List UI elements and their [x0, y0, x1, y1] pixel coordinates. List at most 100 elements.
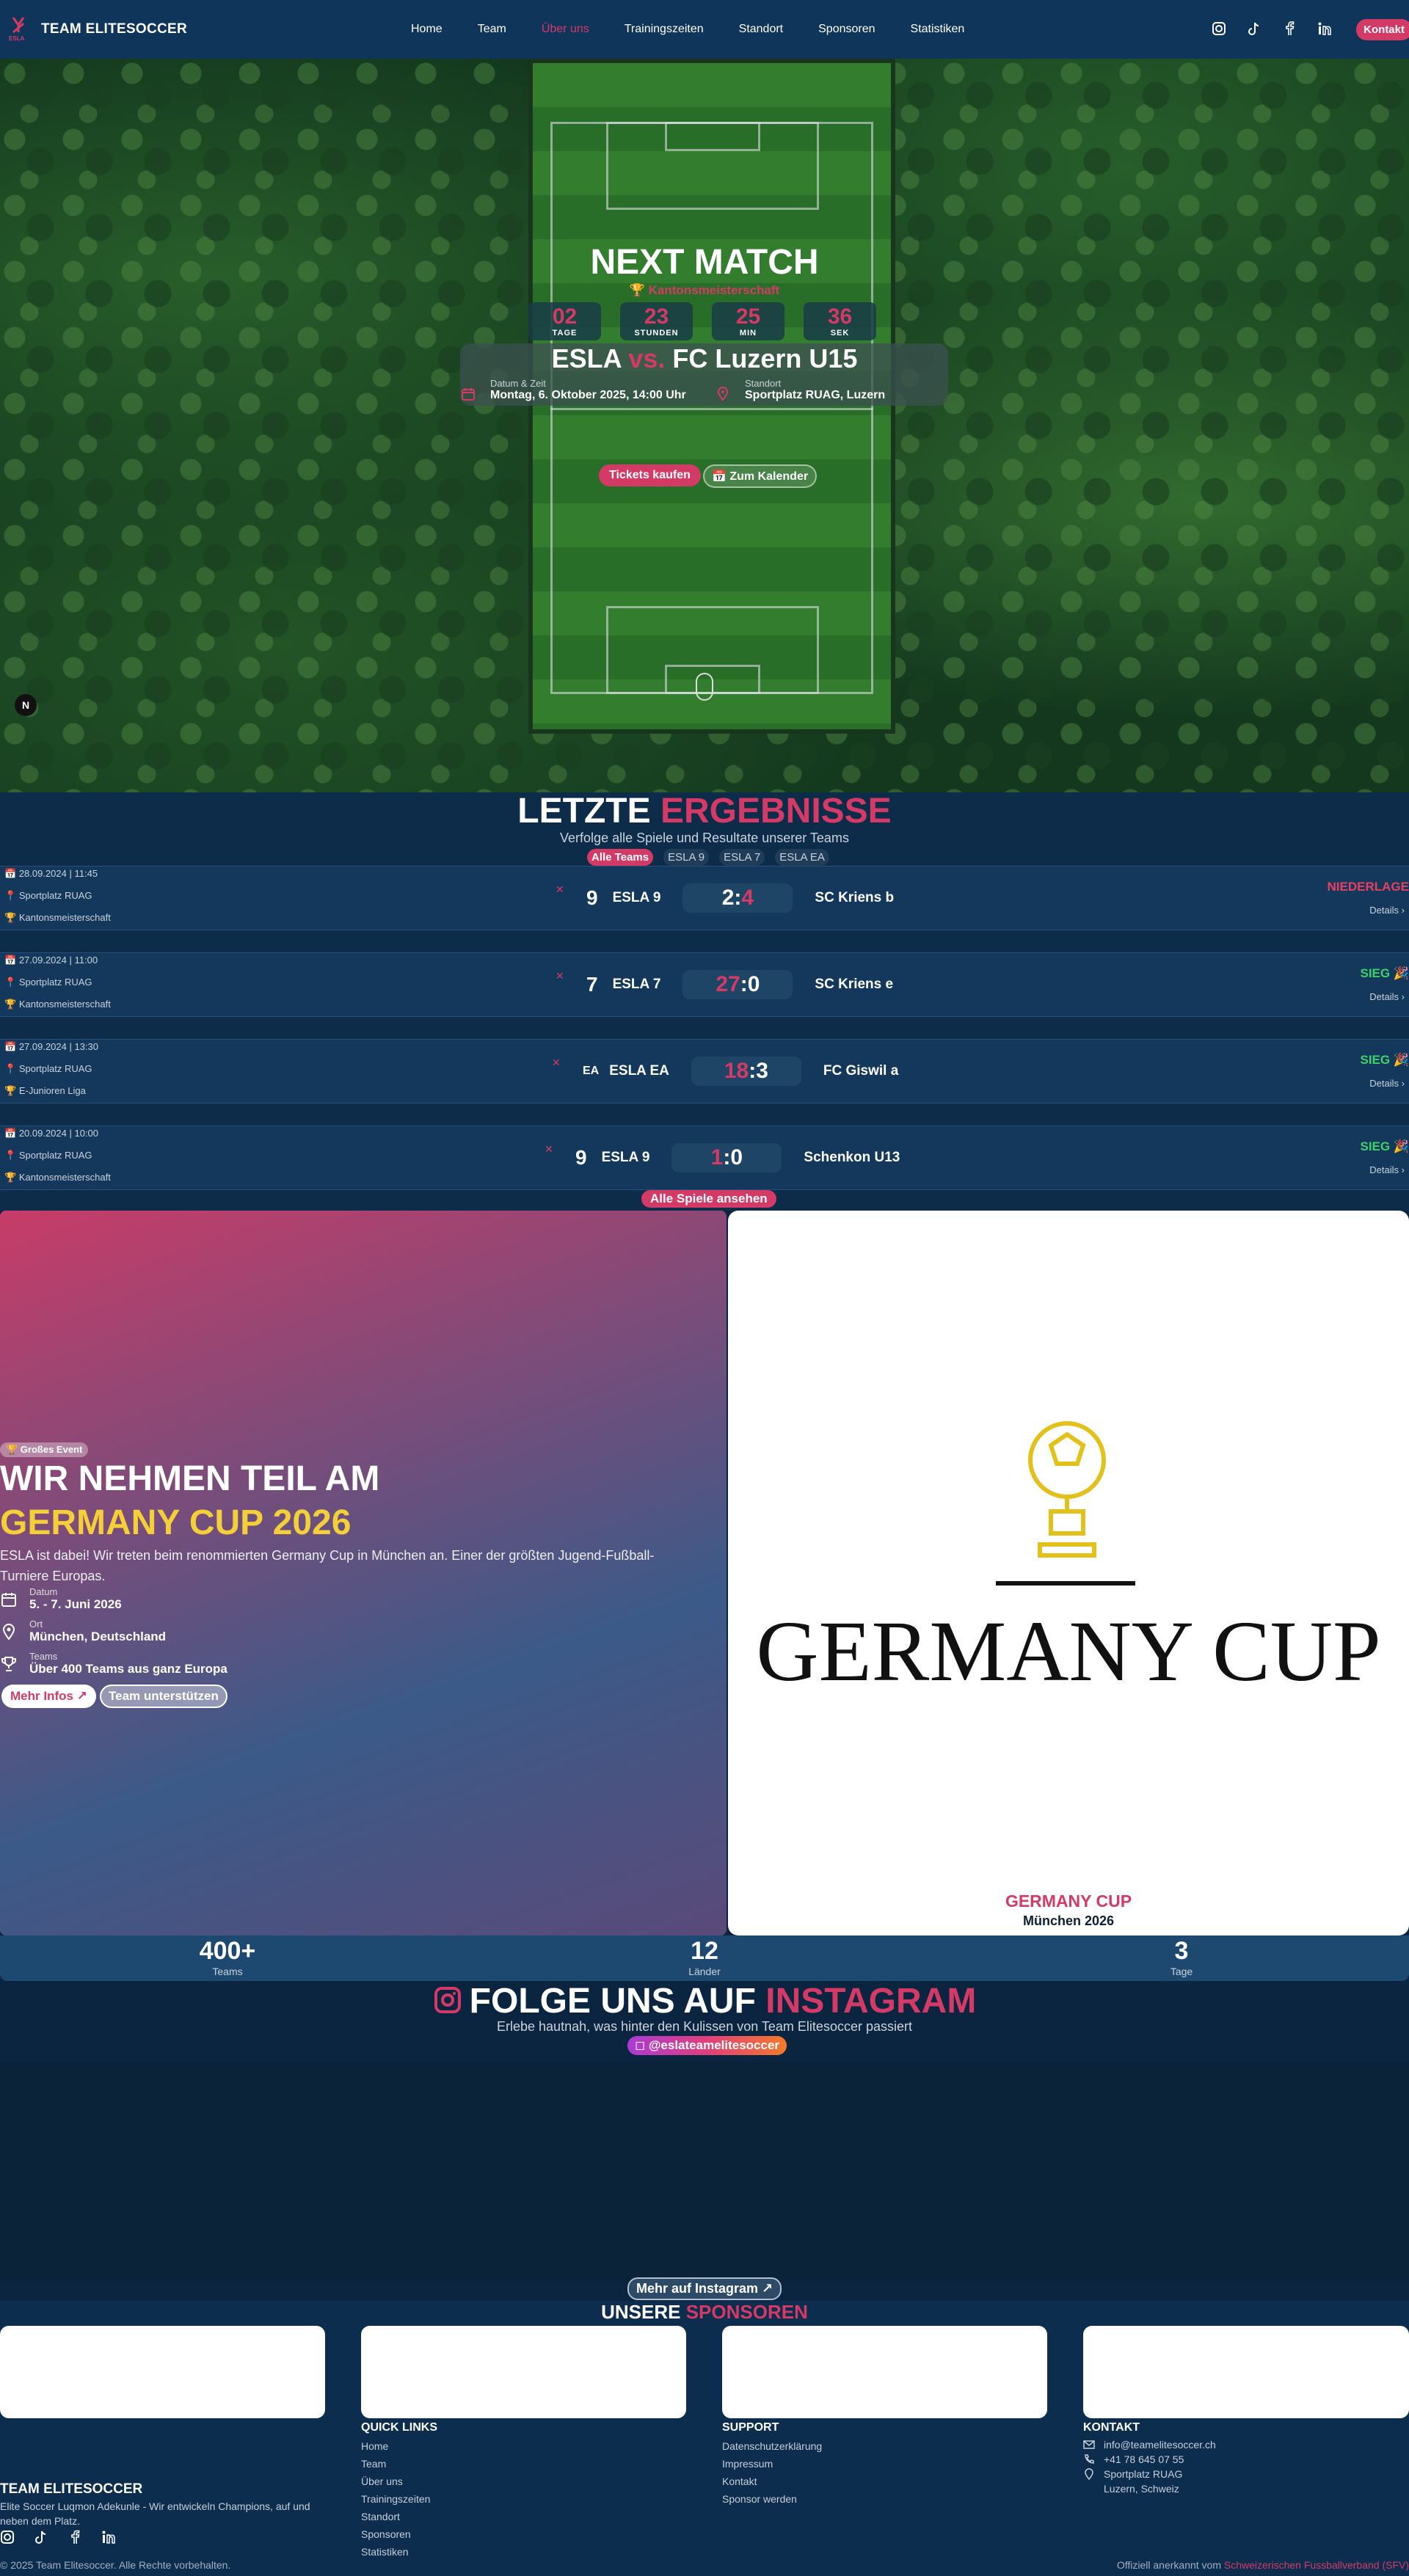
result-place: Sportplatz RUAG [18, 1063, 92, 1074]
germany-cup-logo: GERMANY CUP [728, 1211, 1409, 1935]
home-team: ESLA [551, 343, 622, 373]
footer-link-location[interactable]: Standort [361, 2511, 400, 2522]
next-match-competition: 🏆 Kantonsmeisterschaft [629, 283, 780, 297]
instagram-icon [433, 1983, 462, 2024]
sponsor-card[interactable] [0, 2326, 325, 2418]
instagram-icon[interactable] [1211, 21, 1227, 37]
result-datetime: 27.09.2024 | 11:00 [18, 955, 98, 966]
instagram-icon[interactable] [0, 2530, 15, 2544]
footer-email[interactable]: info@teamelitesoccer.ch [1104, 2439, 1216, 2451]
copyright: © 2025 Team Elitesoccer. Alle Rechte vor… [0, 2559, 231, 2571]
team-number: 9 [586, 886, 598, 909]
footer-link-imprint[interactable]: Impressum [722, 2458, 773, 2470]
filter-esla-ea[interactable]: ESLA EA [775, 849, 829, 866]
countdown-minutes: 25 MIN [712, 302, 784, 340]
footer-link-stats[interactable]: Statistiken [361, 2546, 409, 2558]
result-row[interactable]: 📅 27.09.2024 | 11:00 📍 Sportplatz RUAG 🏆… [0, 952, 1409, 1017]
filter-esla-7[interactable]: ESLA 7 [719, 849, 765, 866]
details-link[interactable]: Details › [1369, 991, 1405, 1002]
team-name: ESLA 9 [612, 890, 661, 905]
opponent-name: SC Kriens b [815, 890, 895, 905]
team-name: ESLA EA [609, 1063, 669, 1079]
scroll-indicator-icon[interactable] [696, 673, 713, 701]
filter-all[interactable]: Alle Teams [587, 849, 654, 866]
result-datetime: 27.09.2024 | 13:30 [18, 1041, 99, 1052]
sfv-link[interactable]: Schweizerischen Fussballverband (SFV) [1224, 2559, 1409, 2571]
facebook-icon[interactable] [68, 2530, 82, 2544]
result-datetime: 28.09.2024 | 11:45 [18, 868, 98, 879]
details-link[interactable]: Details › [1369, 905, 1405, 916]
result-row[interactable]: 📅 28.09.2024 | 11:45 📍 Sportplatz RUAG 🏆… [0, 866, 1409, 930]
svg-text:GERMANY CUP: GERMANY CUP [756, 1603, 1380, 1699]
team-name: ESLA 9 [601, 1150, 650, 1165]
nav-stats[interactable]: Statistiken [911, 23, 965, 36]
score: 27:0 [682, 970, 793, 999]
sponsor-card[interactable] [722, 2326, 1047, 2418]
nav-team[interactable]: Team [478, 23, 506, 36]
result-competition: Kantonsmeisterschaft [18, 912, 111, 923]
footer-link-contact[interactable]: Kontakt [722, 2475, 757, 2487]
sponsor-card[interactable] [361, 2326, 686, 2418]
trophy-icon [0, 1655, 18, 1673]
all-games-button[interactable]: Alle Spiele ansehen [641, 1190, 776, 1208]
footer-link-team[interactable]: Team [361, 2458, 386, 2470]
nav-about[interactable]: Über uns [542, 23, 589, 36]
corner-badge[interactable]: N [15, 694, 37, 716]
more-on-instagram-button[interactable]: Mehr auf Instagram ↗ [627, 2277, 782, 2300]
countdown-hours: 23 STUNDEN [620, 302, 693, 340]
footer-link-home[interactable]: Home [361, 2440, 388, 2452]
nav-location[interactable]: Standort [739, 23, 783, 36]
official-recognition: Offiziell anerkannt vom Schweizerischen … [1116, 2559, 1409, 2571]
buy-tickets-button[interactable]: Tickets kaufen [599, 464, 701, 486]
more-info-button[interactable]: Mehr Infos ↗ [1, 1685, 96, 1708]
result-row[interactable]: 📅 20.09.2024 | 10:00 📍 Sportplatz RUAG 🏆… [0, 1125, 1409, 1190]
event-teams: Teams Über 400 Teams aus ganz Europa [0, 1651, 227, 1676]
details-link[interactable]: Details › [1369, 1078, 1405, 1089]
linkedin-icon[interactable] [1317, 21, 1333, 37]
sponsors-title: UNSERE SPONSOREN [601, 2301, 808, 2323]
esla-logo[interactable]: ESLA [7, 15, 29, 44]
nav-sponsors[interactable]: Sponsoren [818, 23, 875, 36]
filter-esla-9[interactable]: ESLA 9 [663, 849, 710, 866]
nav-training[interactable]: Trainingszeiten [625, 23, 704, 36]
footer-link-privacy[interactable]: Datenschutzerklärung [722, 2440, 822, 2452]
footer-link-about[interactable]: Über uns [361, 2475, 403, 2487]
brand-name[interactable]: TEAM ELITESOCCER [41, 21, 187, 37]
event-date: Datum 5. - 7. Juni 2026 [0, 1586, 122, 1612]
location-pin-icon [716, 387, 730, 404]
instagram-subtitle: Erlebe hautnah, was hinter den Kulissen … [497, 2019, 912, 2034]
phone-icon [1083, 2453, 1095, 2465]
calendar-icon [0, 1591, 18, 1608]
footer-description: Elite Soccer Luqmon Adekunle - Wir entwi… [0, 2500, 310, 2527]
footer-address-1: Sportplatz RUAG [1104, 2468, 1183, 2480]
result-row[interactable]: 📅 27.09.2024 | 13:30 📍 Sportplatz RUAG 🏆… [0, 1039, 1409, 1103]
footer-phone[interactable]: +41 78 645 07 55 [1104, 2453, 1184, 2465]
details-link[interactable]: Details › [1369, 1164, 1405, 1175]
stat-countries: 12 Länder [688, 1937, 721, 1977]
tiktok-icon[interactable] [1246, 21, 1262, 37]
tiktok-icon[interactable] [34, 2530, 48, 2544]
instagram-feed [0, 2062, 1409, 2282]
event-description: ESLA ist dabei! Wir treten beim renommie… [0, 1548, 655, 1583]
result-status: SIEG 🎉 [1360, 966, 1409, 980]
footer-link-training[interactable]: Trainingszeiten [361, 2493, 430, 2505]
linkedin-icon[interactable] [101, 2530, 116, 2544]
nav-home[interactable]: Home [411, 23, 443, 36]
countdown-seconds: 36 SEK [804, 302, 876, 340]
countdown: 02 TAGE 23 STUNDEN 25 MIN 36 SEK [528, 302, 876, 340]
facebook-icon[interactable] [1281, 21, 1297, 37]
away-team: FC Luzern U15 [672, 343, 858, 373]
footer-brand: TEAM ELITESOCCER [0, 2481, 143, 2497]
event-section: 🏆 Großes Event WIR NEHMEN TEIL AM GERMAN… [0, 1211, 1409, 1981]
event-title: WIR NEHMEN TEIL AM GERMANY CUP 2026 [0, 1459, 380, 1542]
footer-link-become-sponsor[interactable]: Sponsor werden [722, 2493, 797, 2505]
footer-link-sponsors[interactable]: Sponsoren [361, 2528, 411, 2540]
support-team-button[interactable]: Team unterstützen [100, 1685, 227, 1708]
add-to-calendar-button[interactable]: 📅 Zum Kalender [703, 464, 818, 488]
instagram-handle-button[interactable]: ◻ @eslateamelitesoccer [627, 2036, 787, 2055]
results-title: LETZTE ERGEBNISSE [517, 792, 892, 831]
calendar-icon [461, 387, 476, 404]
sponsor-card[interactable] [1083, 2326, 1409, 2418]
germany-cup-caption: GERMANY CUP [1005, 1891, 1132, 1911]
contact-button[interactable]: Kontakt [1356, 19, 1409, 40]
